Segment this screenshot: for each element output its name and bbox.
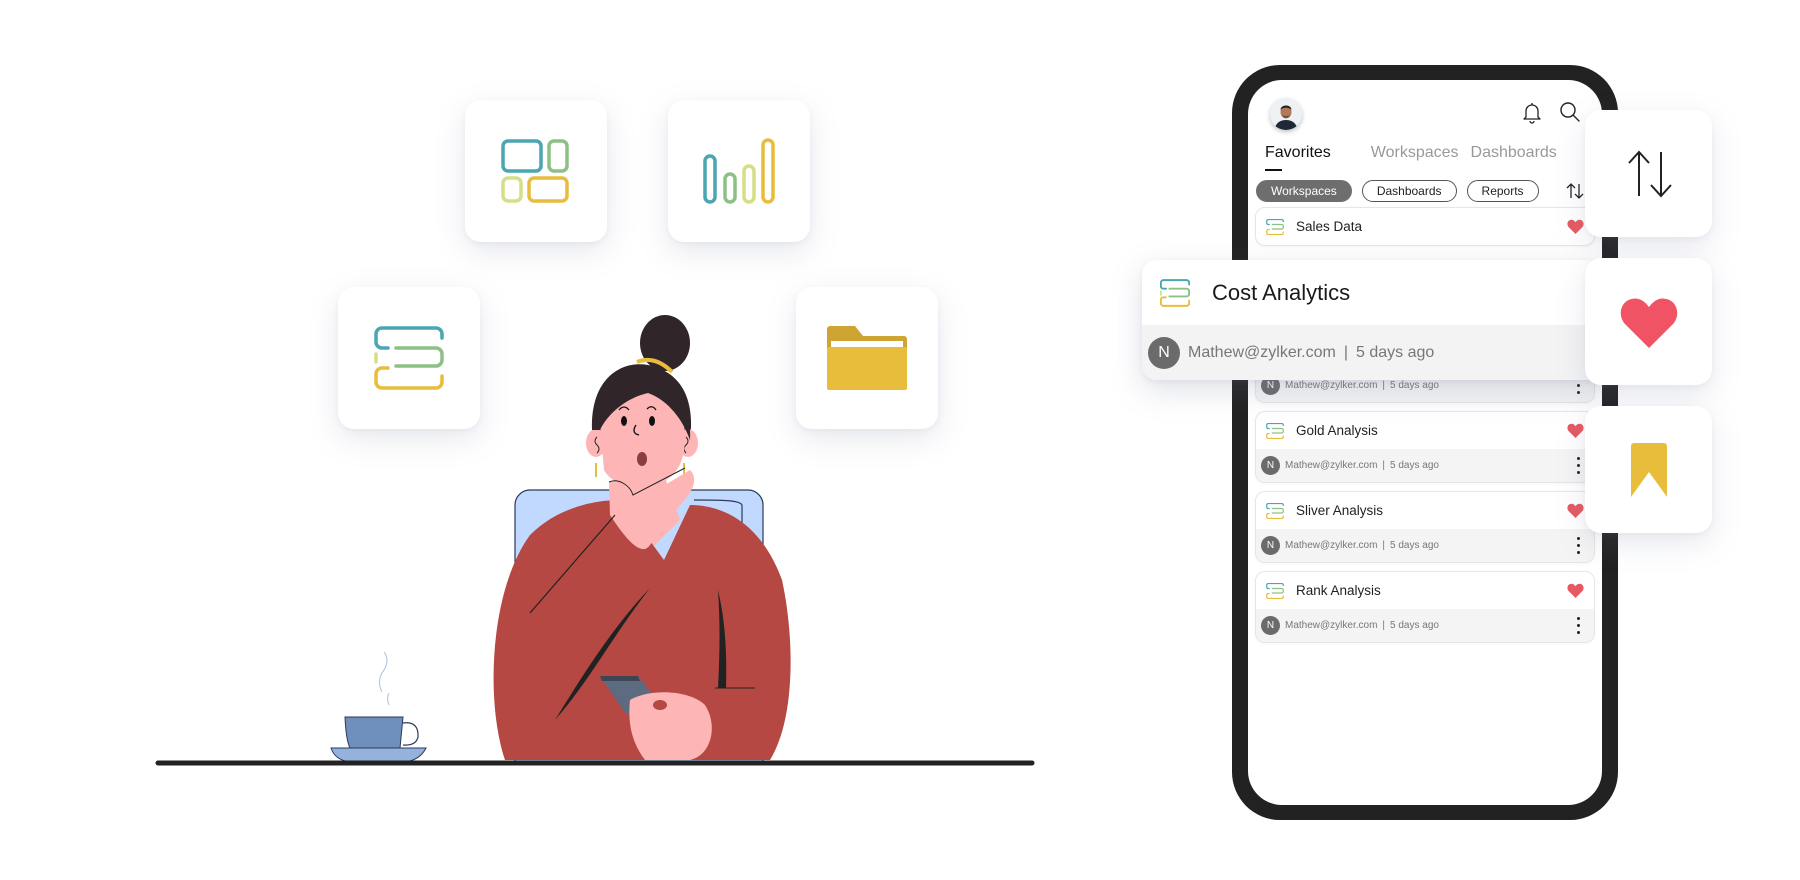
highlight-card-cost-analytics[interactable]: Cost Analytics N Mathew@zylker.com | 5 d… <box>1142 260 1600 380</box>
highlight-card-owner: Mathew@zylker.com <box>1188 343 1336 361</box>
highlight-card-time: 5 days ago <box>1356 343 1435 361</box>
more-options-icon[interactable] <box>1577 457 1581 474</box>
owner-avatar: N <box>1261 456 1280 475</box>
item-owner: Mathew@zylker.com <box>1285 620 1378 631</box>
bookmark-icon <box>1630 442 1667 497</box>
tab-bar: Favorites Workspaces Dashboards <box>1265 144 1577 171</box>
meta-separator: | <box>1382 620 1386 631</box>
dashboard-card <box>465 100 607 242</box>
workspace-stack-icon <box>1266 502 1284 519</box>
heart-icon[interactable] <box>1567 219 1584 234</box>
filter-chip-reports[interactable]: Reports <box>1466 180 1539 202</box>
workspace-stack-icon <box>1160 278 1190 307</box>
meta-separator: | <box>1382 460 1386 471</box>
workspace-stack-icon <box>1266 582 1284 599</box>
bell-icon[interactable] <box>1520 100 1544 124</box>
phone-screen: Favorites Workspaces Dashboards Workspac… <box>1248 80 1602 805</box>
more-options-icon[interactable] <box>1577 537 1581 554</box>
hair-bun <box>640 315 690 371</box>
tab-workspaces[interactable]: Workspaces <box>1371 144 1459 162</box>
search-icon[interactable] <box>1558 100 1582 124</box>
meta-separator: | <box>1382 380 1386 391</box>
item-title: Sales Data <box>1296 219 1363 234</box>
owner-avatar: N <box>1261 616 1280 635</box>
dashboard-grid-icon <box>501 139 569 203</box>
item-time: 5 days ago <box>1390 540 1439 551</box>
item-title: Rank Analysis <box>1296 583 1381 598</box>
heart-icon[interactable] <box>1567 583 1584 598</box>
list-item[interactable]: Sliver Analysis N Mathew@zylker.com | 5 … <box>1255 491 1595 563</box>
item-title: Gold Analysis <box>1296 423 1378 438</box>
workspace-stack-icon <box>1266 218 1284 235</box>
list-item[interactable]: Sales Data <box>1255 207 1595 246</box>
tab-favorites[interactable]: Favorites <box>1265 144 1331 171</box>
heart-icon[interactable] <box>1567 503 1584 518</box>
tab-dashboards[interactable]: Dashboards <box>1471 144 1557 162</box>
item-owner: Mathew@zylker.com <box>1285 380 1378 391</box>
item-time: 5 days ago <box>1390 380 1439 391</box>
meta-separator: | <box>1382 540 1386 551</box>
more-options-icon[interactable] <box>1577 617 1581 634</box>
item-title: Sliver Analysis <box>1296 503 1384 518</box>
filter-chip-workspaces[interactable]: Workspaces <box>1256 180 1352 202</box>
user-avatar-icon <box>1270 98 1302 130</box>
heart-icon <box>1620 297 1677 348</box>
item-time: 5 days ago <box>1390 620 1439 631</box>
filter-chips: Workspaces Dashboards Reports <box>1256 180 1549 202</box>
filter-chip-dashboards[interactable]: Dashboards <box>1361 180 1457 202</box>
highlight-card-title: Cost Analytics <box>1212 279 1351 305</box>
bookmark-action-card[interactable] <box>1585 406 1712 533</box>
heart-icon[interactable] <box>1567 423 1584 438</box>
phone-mockup: Favorites Workspaces Dashboards Workspac… <box>1232 65 1618 820</box>
list-item[interactable]: Gold Analysis N Mathew@zylker.com | 5 da… <box>1255 411 1595 483</box>
owner-avatar: N <box>1148 336 1180 369</box>
bar-chart-icon <box>703 138 775 204</box>
workspace-stack-icon <box>1266 422 1284 439</box>
item-time: 5 days ago <box>1390 460 1439 471</box>
sort-action-card[interactable] <box>1585 110 1712 237</box>
sort-arrows-icon <box>1627 150 1672 197</box>
item-owner: Mathew@zylker.com <box>1285 540 1378 551</box>
item-owner: Mathew@zylker.com <box>1285 460 1378 471</box>
meta-separator: | <box>1343 343 1348 361</box>
coffee-cup <box>344 716 404 749</box>
list-item[interactable]: Rank Analysis N Mathew@zylker.com | 5 da… <box>1255 571 1595 643</box>
favorite-action-card[interactable] <box>1585 258 1712 385</box>
reports-card <box>668 100 810 242</box>
illustration <box>0 0 1100 880</box>
sort-arrows-icon[interactable] <box>1564 180 1586 202</box>
owner-avatar: N <box>1261 536 1280 555</box>
avatar[interactable] <box>1270 98 1302 130</box>
woman-at-desk-illustration <box>155 315 1035 766</box>
